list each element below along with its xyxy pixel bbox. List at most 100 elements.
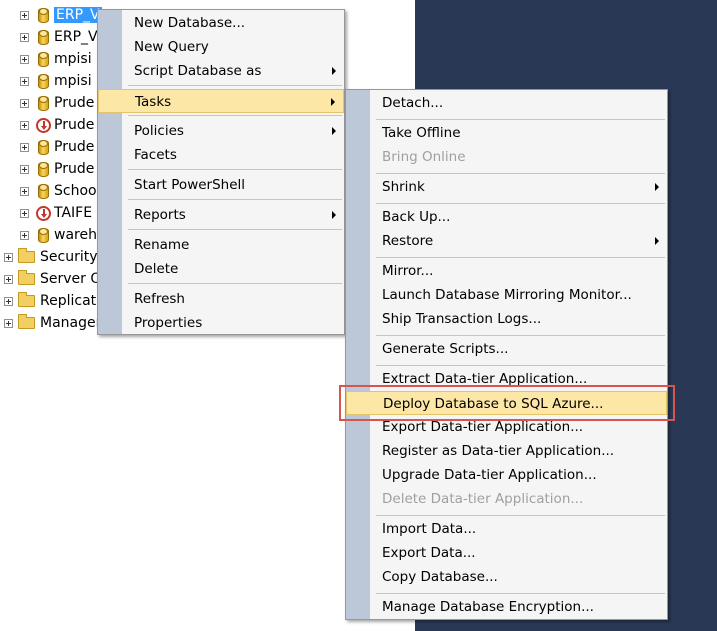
expand-icon[interactable] <box>20 230 29 240</box>
tree-node-database[interactable]: Schoo <box>20 180 97 202</box>
expand-icon[interactable] <box>4 274 13 284</box>
submenu-arrow-icon <box>332 67 336 75</box>
menu-item-take-offline[interactable]: Take Offline <box>346 121 667 145</box>
expand-icon[interactable] <box>20 164 29 174</box>
menu-item-detach[interactable]: Detach... <box>346 91 667 115</box>
menu-item-ship-transaction-logs[interactable]: Ship Transaction Logs... <box>346 307 667 331</box>
tree-node-database[interactable]: Prude <box>20 114 94 136</box>
menu-item-label: Shrink <box>382 179 425 195</box>
menu-item-delete[interactable]: Delete <box>98 257 344 281</box>
menu-item-register-data-tier[interactable]: Register as Data-tier Application... <box>346 439 667 463</box>
menu-separator <box>376 173 665 174</box>
database-offline-icon <box>36 117 51 133</box>
menu-item-policies[interactable]: Policies <box>98 119 344 143</box>
submenu-arrow-icon <box>332 127 336 135</box>
menu-item-label: Script Database as <box>134 63 262 79</box>
menu-item-new-database[interactable]: New Database... <box>98 11 344 35</box>
expand-icon[interactable] <box>20 186 29 196</box>
tree-node-label[interactable]: Prude <box>54 139 94 155</box>
tree-node-database[interactable]: Prude <box>20 92 94 114</box>
expand-icon[interactable] <box>20 32 29 42</box>
expand-icon[interactable] <box>4 296 13 306</box>
tree-node-label[interactable]: Replicati <box>40 293 100 309</box>
menu-item-reports[interactable]: Reports <box>98 203 344 227</box>
tree-node-database[interactable]: mpisi <box>20 48 92 70</box>
folder-icon <box>18 292 35 307</box>
tree-node-server-objects[interactable]: Server Ol <box>4 268 105 290</box>
database-icon <box>38 95 49 111</box>
menu-item-manage-encryption[interactable]: Manage Database Encryption... <box>346 595 667 619</box>
menu-item-label: Tasks <box>135 94 172 110</box>
annotation-highlight-box <box>339 385 675 421</box>
tree-node-label[interactable]: Prude <box>54 117 94 133</box>
menu-item-mirror[interactable]: Mirror... <box>346 259 667 283</box>
menu-separator <box>128 85 342 86</box>
database-icon <box>38 227 49 243</box>
expand-icon[interactable] <box>20 208 29 218</box>
menu-item-import-data[interactable]: Import Data... <box>346 517 667 541</box>
database-icon <box>38 29 49 45</box>
menu-separator <box>376 515 665 516</box>
tree-node-label[interactable]: ERP_V <box>54 29 98 45</box>
menu-separator <box>128 169 342 170</box>
menu-item-refresh[interactable]: Refresh <box>98 287 344 311</box>
menu-item-generate-scripts[interactable]: Generate Scripts... <box>346 337 667 361</box>
tree-node-label[interactable]: wareh <box>54 227 97 243</box>
menu-item-back-up[interactable]: Back Up... <box>346 205 667 229</box>
database-offline-icon <box>36 205 51 221</box>
expand-icon[interactable] <box>20 76 29 86</box>
menu-separator <box>376 203 665 204</box>
folder-icon <box>18 248 35 263</box>
tree-node-management[interactable]: Manager <box>4 312 101 334</box>
expand-icon[interactable] <box>20 120 29 130</box>
menu-item-rename[interactable]: Rename <box>98 233 344 257</box>
tree-node-replication[interactable]: Replicati <box>4 290 100 312</box>
menu-item-shrink[interactable]: Shrink <box>346 175 667 199</box>
tree-node-label[interactable]: mpisi <box>54 51 92 67</box>
tree-node-label[interactable]: TAIFE <box>54 205 92 221</box>
menu-item-export-data[interactable]: Export Data... <box>346 541 667 565</box>
tree-node-label[interactable]: Prude <box>54 161 94 177</box>
menu-item-upgrade-data-tier[interactable]: Upgrade Data-tier Application... <box>346 463 667 487</box>
submenu-arrow-icon <box>331 98 335 106</box>
tree-node-label[interactable]: Prude <box>54 95 94 111</box>
expand-icon[interactable] <box>20 98 29 108</box>
menu-item-start-powershell[interactable]: Start PowerShell <box>98 173 344 197</box>
tree-node-security[interactable]: Security <box>4 246 98 268</box>
menu-item-new-query[interactable]: New Query <box>98 35 344 59</box>
tree-node-database[interactable]: TAIFE <box>20 202 92 224</box>
database-context-menu: New Database... New Query Script Databas… <box>97 9 345 335</box>
tree-node-database[interactable]: ERP_V <box>20 4 102 26</box>
menu-item-script-database-as[interactable]: Script Database as <box>98 59 344 83</box>
tree-node-label[interactable]: mpisi <box>54 73 92 89</box>
submenu-arrow-icon <box>655 237 659 245</box>
submenu-arrow-icon <box>655 183 659 191</box>
menu-separator <box>128 229 342 230</box>
menu-separator <box>376 257 665 258</box>
tree-node-database[interactable]: ERP_V <box>20 26 98 48</box>
expand-icon[interactable] <box>20 142 29 152</box>
menu-item-copy-database[interactable]: Copy Database... <box>346 565 667 589</box>
tree-node-database[interactable]: Prude <box>20 136 94 158</box>
tree-node-label[interactable]: Server Ol <box>40 271 105 287</box>
expand-icon[interactable] <box>4 318 13 328</box>
menu-separator <box>376 593 665 594</box>
menu-item-restore[interactable]: Restore <box>346 229 667 253</box>
expand-icon[interactable] <box>20 10 29 20</box>
database-icon <box>38 51 49 67</box>
tree-node-label[interactable]: Security <box>40 249 98 265</box>
tree-node-label[interactable]: Manager <box>40 315 101 331</box>
menu-item-label: Policies <box>134 123 184 139</box>
tree-node-label[interactable]: ERP_V <box>54 7 102 23</box>
menu-item-launch-mirroring-monitor[interactable]: Launch Database Mirroring Monitor... <box>346 283 667 307</box>
menu-separator <box>128 199 342 200</box>
menu-item-properties[interactable]: Properties <box>98 311 344 334</box>
menu-item-tasks[interactable]: Tasks <box>98 89 344 113</box>
tree-node-database[interactable]: Prude <box>20 158 94 180</box>
tree-node-database[interactable]: mpisi <box>20 70 92 92</box>
expand-icon[interactable] <box>20 54 29 64</box>
tree-node-database[interactable]: wareh <box>20 224 97 246</box>
expand-icon[interactable] <box>4 252 13 262</box>
tree-node-label[interactable]: Schoo <box>54 183 97 199</box>
menu-item-facets[interactable]: Facets <box>98 143 344 167</box>
